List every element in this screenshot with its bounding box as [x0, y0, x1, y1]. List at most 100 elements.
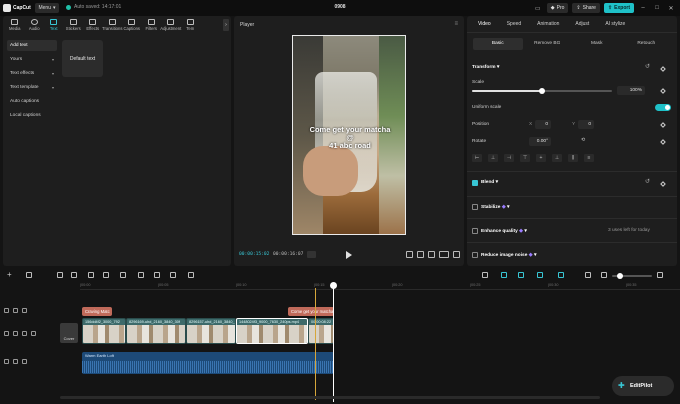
- tab-media[interactable]: Media: [5, 16, 25, 34]
- lock-icon[interactable]: [13, 308, 18, 313]
- transform-heading[interactable]: Transform ▾: [472, 65, 499, 70]
- tab-speed[interactable]: Speed: [500, 16, 528, 33]
- tab-ai-stylize[interactable]: AI stylize: [598, 16, 632, 33]
- crop-icon[interactable]: [170, 272, 176, 278]
- uniform-scale-toggle[interactable]: [655, 104, 671, 111]
- position-x-input[interactable]: 0: [535, 120, 551, 129]
- scale-input[interactable]: 100%: [617, 86, 645, 95]
- fullscreen-icon[interactable]: [453, 251, 460, 258]
- align-right-icon[interactable]: ⊣: [504, 154, 514, 162]
- project-title[interactable]: 0908: [310, 4, 370, 10]
- eye-icon[interactable]: [22, 308, 27, 313]
- keyframe-icon[interactable]: [660, 181, 666, 187]
- video-clip[interactable]: 8296169-uhd_2160_3840_30f: [126, 318, 186, 344]
- ratio-icon[interactable]: [439, 251, 449, 258]
- tab-templates[interactable]: Tem: [181, 16, 201, 34]
- noise-heading[interactable]: Reduce image noise ◆ ▾: [481, 252, 536, 258]
- position-y-input[interactable]: 0: [578, 120, 594, 129]
- align-bottom-icon[interactable]: ⊥: [552, 154, 562, 162]
- keyframe-icon[interactable]: [660, 66, 666, 72]
- pro-button[interactable]: ◆ Pro: [546, 3, 569, 13]
- split-icon[interactable]: [88, 272, 94, 278]
- zoom-fit-icon[interactable]: [585, 272, 591, 278]
- tab-adjust[interactable]: Adjust: [568, 16, 596, 33]
- menu-yours[interactable]: Yours ▾: [7, 54, 57, 65]
- more-tools-button[interactable]: ›: [223, 19, 229, 31]
- delete-icon[interactable]: [138, 272, 144, 278]
- zoom-in-icon[interactable]: [657, 272, 663, 278]
- subtab-mask[interactable]: Mask: [572, 38, 622, 50]
- export-button[interactable]: ⇧ Export: [603, 3, 634, 13]
- minimize-icon[interactable]: –: [638, 3, 648, 13]
- redo-icon[interactable]: [71, 272, 77, 278]
- blend-heading[interactable]: Blend ▾: [481, 180, 498, 185]
- fit-icon[interactable]: [417, 251, 424, 258]
- video-clip[interactable]: 156dd4f2_3000_792: [82, 318, 126, 344]
- menu-auto-captions[interactable]: Auto captions: [7, 96, 57, 107]
- stabilize-checkbox[interactable]: [472, 204, 478, 210]
- timecode-format-icon[interactable]: [307, 251, 316, 258]
- lock-icon[interactable]: [13, 359, 18, 364]
- crop-icon[interactable]: [428, 251, 435, 258]
- play-icon[interactable]: [346, 251, 352, 259]
- menu-text-effects[interactable]: Text effects ▾: [7, 68, 57, 79]
- time-ruler[interactable]: |00:00 |00:05 |00:10 |00:15 |00:20 |00:25 |00:…: [80, 282, 680, 290]
- stabilize-heading[interactable]: Stabilize ◆ ▾: [481, 204, 509, 210]
- subtab-remove-bg[interactable]: Remove BG: [523, 38, 573, 50]
- tab-animation[interactable]: Animation: [530, 16, 566, 33]
- zoom-slider-knob[interactable]: [617, 273, 623, 279]
- magnet-icon[interactable]: [501, 272, 507, 278]
- subtab-basic[interactable]: Basic: [473, 38, 523, 50]
- scale-slider-knob[interactable]: [539, 88, 545, 94]
- menu-add-text[interactable]: Add text: [7, 40, 57, 51]
- tab-audio[interactable]: Audio: [25, 16, 45, 34]
- keyframe-icon[interactable]: [660, 139, 666, 145]
- enhance-checkbox[interactable]: [472, 228, 478, 234]
- timeline-scrollbar[interactable]: [60, 396, 600, 399]
- tab-stickers[interactable]: Stickers: [64, 16, 84, 34]
- menu-text-template[interactable]: Text template ▾: [7, 82, 57, 93]
- zoom-out-icon[interactable]: [601, 272, 607, 278]
- keyframe-icon[interactable]: [660, 88, 666, 94]
- enhance-heading[interactable]: Enhance quality ◆ ▾: [481, 228, 527, 234]
- ai-tool-icon[interactable]: [188, 272, 194, 278]
- playhead[interactable]: [333, 284, 334, 402]
- add-track-icon[interactable]: +: [7, 271, 12, 279]
- align-left-icon[interactable]: ⊢: [472, 154, 482, 162]
- scale-slider[interactable]: [472, 88, 612, 94]
- default-text-card[interactable]: Default text: [62, 40, 103, 77]
- preview-axis-icon[interactable]: [537, 272, 543, 278]
- tab-adjustment[interactable]: Adjustment: [160, 16, 181, 34]
- video-preview[interactable]: Come get your matcha @ 41 abc road: [292, 35, 406, 235]
- blend-checkbox[interactable]: [472, 180, 478, 186]
- align-top-icon[interactable]: ⊤: [520, 154, 530, 162]
- reset-icon[interactable]: ↺: [645, 63, 650, 70]
- lock-icon[interactable]: [13, 331, 18, 336]
- menu-local-captions[interactable]: Local captions: [7, 110, 57, 121]
- tab-transitions[interactable]: Transitions: [102, 16, 122, 34]
- quality-icon[interactable]: [406, 251, 413, 258]
- close-icon[interactable]: ✕: [666, 3, 676, 13]
- align-center-v-icon[interactable]: +: [536, 154, 546, 162]
- tab-text[interactable]: Text: [44, 16, 64, 34]
- keyframe-icon[interactable]: [660, 122, 666, 128]
- tab-video[interactable]: Video: [471, 16, 498, 33]
- snap-icon[interactable]: [558, 272, 564, 278]
- tab-effects[interactable]: Effects: [83, 16, 103, 34]
- noise-checkbox[interactable]: [472, 252, 478, 258]
- zoom-slider[interactable]: [612, 273, 652, 279]
- mic-icon[interactable]: [482, 272, 488, 278]
- menu-button[interactable]: Menu ▾: [35, 3, 59, 13]
- link-icon[interactable]: [518, 272, 524, 278]
- tab-filters[interactable]: Filters: [142, 16, 162, 34]
- split-left-icon[interactable]: [103, 272, 109, 278]
- select-tool-icon[interactable]: [26, 272, 32, 278]
- eye-icon[interactable]: [22, 359, 27, 364]
- text-clip[interactable]: Craving Matc: [82, 307, 112, 316]
- split-right-icon[interactable]: [120, 272, 126, 278]
- overlay-text-line3[interactable]: 41 abc road: [293, 142, 405, 150]
- eye-icon[interactable]: [22, 331, 27, 336]
- player-menu-icon[interactable]: ≡: [454, 21, 458, 27]
- subtab-retouch[interactable]: Retouch: [622, 38, 672, 50]
- align-center-h-icon[interactable]: ⊥: [488, 154, 498, 162]
